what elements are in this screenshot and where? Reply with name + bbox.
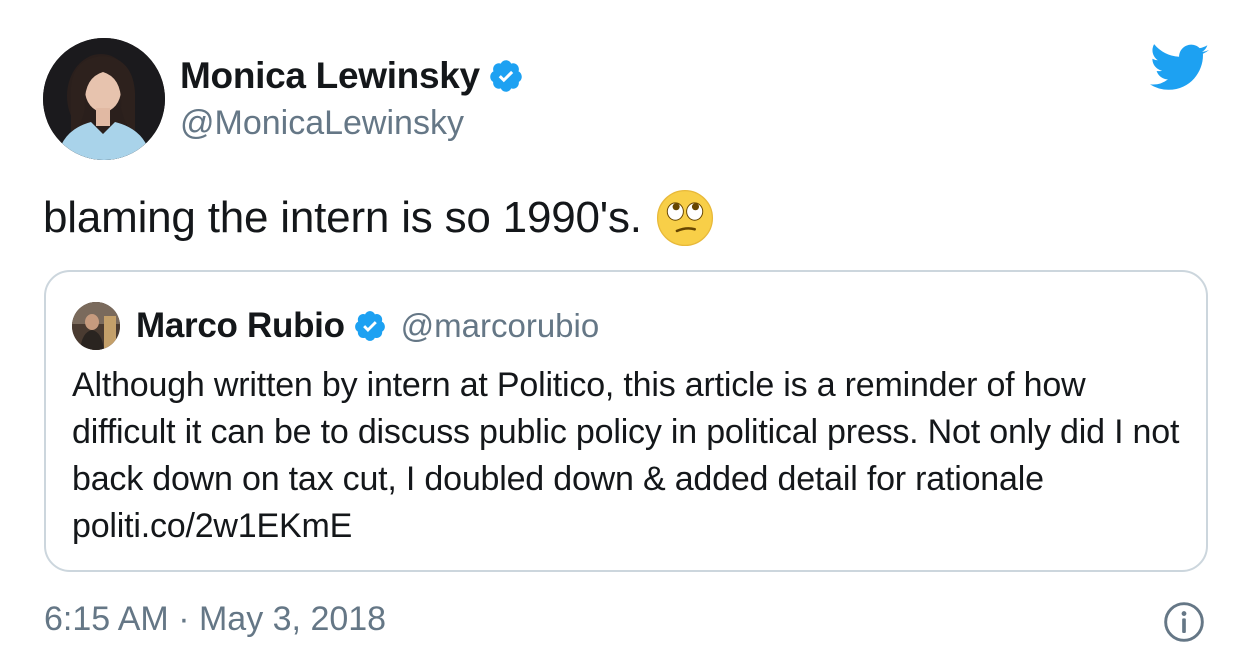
quoted-author-handle[interactable]: @marcorubio (401, 307, 600, 345)
tweet-text-row: blaming the intern is so 1990's. (43, 188, 714, 248)
quoted-author-name[interactable]: Marco Rubio (136, 306, 345, 346)
twitter-bird-icon[interactable] (1150, 44, 1210, 94)
verified-badge-icon (354, 311, 385, 341)
quoted-tweet-card[interactable]: Marco Rubio @marcorubio Although written… (44, 270, 1208, 572)
tweet-timestamp[interactable]: 6:15 AM · May 3, 2018 (44, 600, 386, 639)
author-avatar[interactable] (43, 38, 165, 160)
face-with-rolling-eyes-icon (656, 189, 713, 247)
author-name-row[interactable]: Monica Lewinsky (180, 54, 524, 98)
quoted-tweet-header[interactable]: Marco Rubio @marcorubio (136, 304, 599, 348)
verified-badge-icon (490, 60, 522, 92)
author-name[interactable]: Monica Lewinsky (180, 55, 480, 97)
tweet-card: Monica Lewinsky @MonicaLewinsky blaming … (0, 0, 1246, 652)
quoted-author-avatar[interactable] (72, 302, 120, 350)
author-handle[interactable]: @MonicaLewinsky (180, 104, 464, 143)
info-icon[interactable] (1162, 600, 1206, 644)
quoted-tweet-text: Although written by intern at Politico, … (72, 366, 1180, 545)
tweet-text: blaming the intern is so 1990's. (43, 193, 642, 242)
